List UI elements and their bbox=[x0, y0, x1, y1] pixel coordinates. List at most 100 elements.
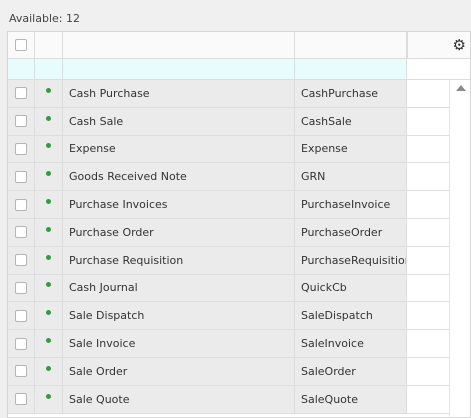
available-count: Available: 12 bbox=[9, 12, 80, 25]
row-code-cell: SaleOrder bbox=[295, 358, 407, 385]
row-select-cell bbox=[8, 219, 35, 246]
row-name-cell: Purchase Invoices bbox=[63, 191, 295, 218]
select-all-checkbox[interactable] bbox=[15, 39, 27, 51]
status-dot-icon bbox=[46, 87, 51, 93]
table-row[interactable]: Sale Quote SaleQuote bbox=[8, 385, 470, 414]
row-checkbox[interactable] bbox=[15, 281, 27, 294]
row-code-cell: SaleQuote bbox=[295, 385, 407, 413]
row-code-cell: PurchaseOrder bbox=[295, 219, 407, 246]
filter-spacer bbox=[407, 59, 470, 79]
row-name-cell: Sale Quote bbox=[63, 385, 295, 413]
status-dot-icon bbox=[46, 393, 51, 399]
row-checkbox[interactable] bbox=[15, 87, 27, 100]
row-checkbox[interactable] bbox=[15, 337, 27, 350]
row-status-cell bbox=[35, 135, 63, 163]
row-spacer-cell bbox=[407, 246, 449, 274]
table-row[interactable]: Purchase Order PurchaseOrder bbox=[8, 219, 470, 247]
row-code-cell: SaleInvoice bbox=[295, 330, 407, 357]
document-type-grid: ⚙ Cash Purchase CashPurchase Cash Sale Cash… bbox=[7, 31, 471, 418]
vertical-scrollbar[interactable] bbox=[449, 80, 470, 417]
row-checkbox[interactable] bbox=[15, 365, 27, 378]
status-dot-icon bbox=[46, 310, 51, 316]
table-row[interactable]: Cash Purchase CashPurchase bbox=[8, 80, 470, 108]
filter-row bbox=[8, 59, 470, 80]
row-status-cell bbox=[35, 246, 63, 274]
grid-header: ⚙ bbox=[8, 32, 470, 59]
row-name-cell: Expense bbox=[63, 135, 295, 163]
filter-code-input[interactable] bbox=[295, 59, 407, 79]
status-dot-icon bbox=[46, 338, 51, 344]
table-row[interactable]: Cash Journal QuickCb bbox=[8, 274, 470, 303]
row-checkbox[interactable] bbox=[15, 115, 27, 128]
row-name-cell: Goods Received Note bbox=[63, 163, 295, 191]
row-checkbox[interactable] bbox=[15, 198, 27, 211]
row-checkbox[interactable] bbox=[15, 254, 27, 267]
row-checkbox[interactable] bbox=[15, 393, 27, 406]
header-status-cell bbox=[35, 32, 63, 58]
filter-status-cell bbox=[35, 59, 63, 79]
row-code-cell: PurchaseRequisition bbox=[295, 246, 407, 274]
table-row[interactable]: Expense Expense bbox=[8, 135, 470, 164]
row-spacer-cell bbox=[407, 385, 449, 413]
table-row[interactable]: Goods Received Note GRN bbox=[8, 163, 470, 192]
row-status-cell bbox=[35, 163, 63, 191]
status-dot-icon bbox=[46, 171, 51, 177]
table-row[interactable]: Purchase Invoices PurchaseInvoice bbox=[8, 191, 470, 219]
row-select-cell bbox=[8, 385, 35, 413]
row-status-cell bbox=[35, 274, 63, 302]
gear-icon[interactable]: ⚙ bbox=[453, 37, 466, 53]
row-status-cell bbox=[35, 80, 63, 107]
row-code-cell: SaleDispatch bbox=[295, 302, 407, 330]
row-code-cell: CashPurchase bbox=[295, 80, 407, 107]
header-code-column[interactable] bbox=[295, 32, 407, 58]
table-row[interactable]: Sale Invoice SaleInvoice bbox=[8, 330, 470, 358]
row-spacer-cell bbox=[407, 358, 449, 385]
table-row[interactable]: Purchase Requisition PurchaseRequisition bbox=[8, 246, 470, 275]
header-name-column[interactable] bbox=[63, 32, 295, 58]
row-spacer-cell bbox=[407, 80, 449, 107]
row-checkbox[interactable] bbox=[15, 309, 27, 322]
header-settings-cell: ⚙ bbox=[407, 32, 470, 58]
row-name-cell: Sale Dispatch bbox=[63, 302, 295, 330]
table-row[interactable]: Sale Order SaleOrder bbox=[8, 358, 470, 386]
row-name-cell: Sale Invoice bbox=[63, 330, 295, 357]
row-spacer-cell bbox=[407, 135, 449, 163]
table-row[interactable]: Cash Sale CashSale bbox=[8, 107, 470, 136]
row-checkbox[interactable] bbox=[15, 226, 27, 239]
status-dot-icon bbox=[46, 365, 51, 371]
row-select-cell bbox=[8, 302, 35, 330]
row-spacer-cell bbox=[407, 107, 449, 135]
row-select-cell bbox=[8, 191, 35, 218]
row-select-cell bbox=[8, 330, 35, 357]
row-spacer-cell bbox=[407, 274, 449, 302]
status-dot-icon bbox=[46, 143, 51, 149]
status-dot-icon bbox=[46, 199, 51, 205]
row-status-cell bbox=[35, 219, 63, 246]
row-select-cell bbox=[8, 80, 35, 107]
row-status-cell bbox=[35, 191, 63, 218]
row-name-cell: Sale Order bbox=[63, 358, 295, 385]
row-name-cell: Purchase Requisition bbox=[63, 246, 295, 274]
row-spacer-cell bbox=[407, 330, 449, 357]
row-spacer-cell bbox=[407, 163, 449, 191]
row-checkbox[interactable] bbox=[15, 170, 27, 183]
row-select-cell bbox=[8, 135, 35, 163]
row-checkbox[interactable] bbox=[15, 142, 27, 155]
scroll-up-icon[interactable] bbox=[456, 85, 466, 91]
header-select-cell bbox=[8, 32, 35, 58]
filter-select-cell bbox=[8, 59, 35, 79]
row-status-cell bbox=[35, 302, 63, 330]
row-spacer-cell bbox=[407, 191, 449, 218]
row-status-cell bbox=[35, 107, 63, 135]
row-status-cell bbox=[35, 358, 63, 385]
status-dot-icon bbox=[46, 226, 51, 232]
row-code-cell: QuickCb bbox=[295, 274, 407, 302]
row-select-cell bbox=[8, 246, 35, 274]
status-dot-icon bbox=[46, 115, 51, 121]
table-row[interactable]: Sale Dispatch SaleDispatch bbox=[8, 302, 470, 331]
row-name-cell: Cash Sale bbox=[63, 107, 295, 135]
row-select-cell bbox=[8, 358, 35, 385]
row-name-cell: Purchase Order bbox=[63, 219, 295, 246]
row-status-cell bbox=[35, 385, 63, 413]
filter-name-input[interactable] bbox=[63, 59, 295, 79]
